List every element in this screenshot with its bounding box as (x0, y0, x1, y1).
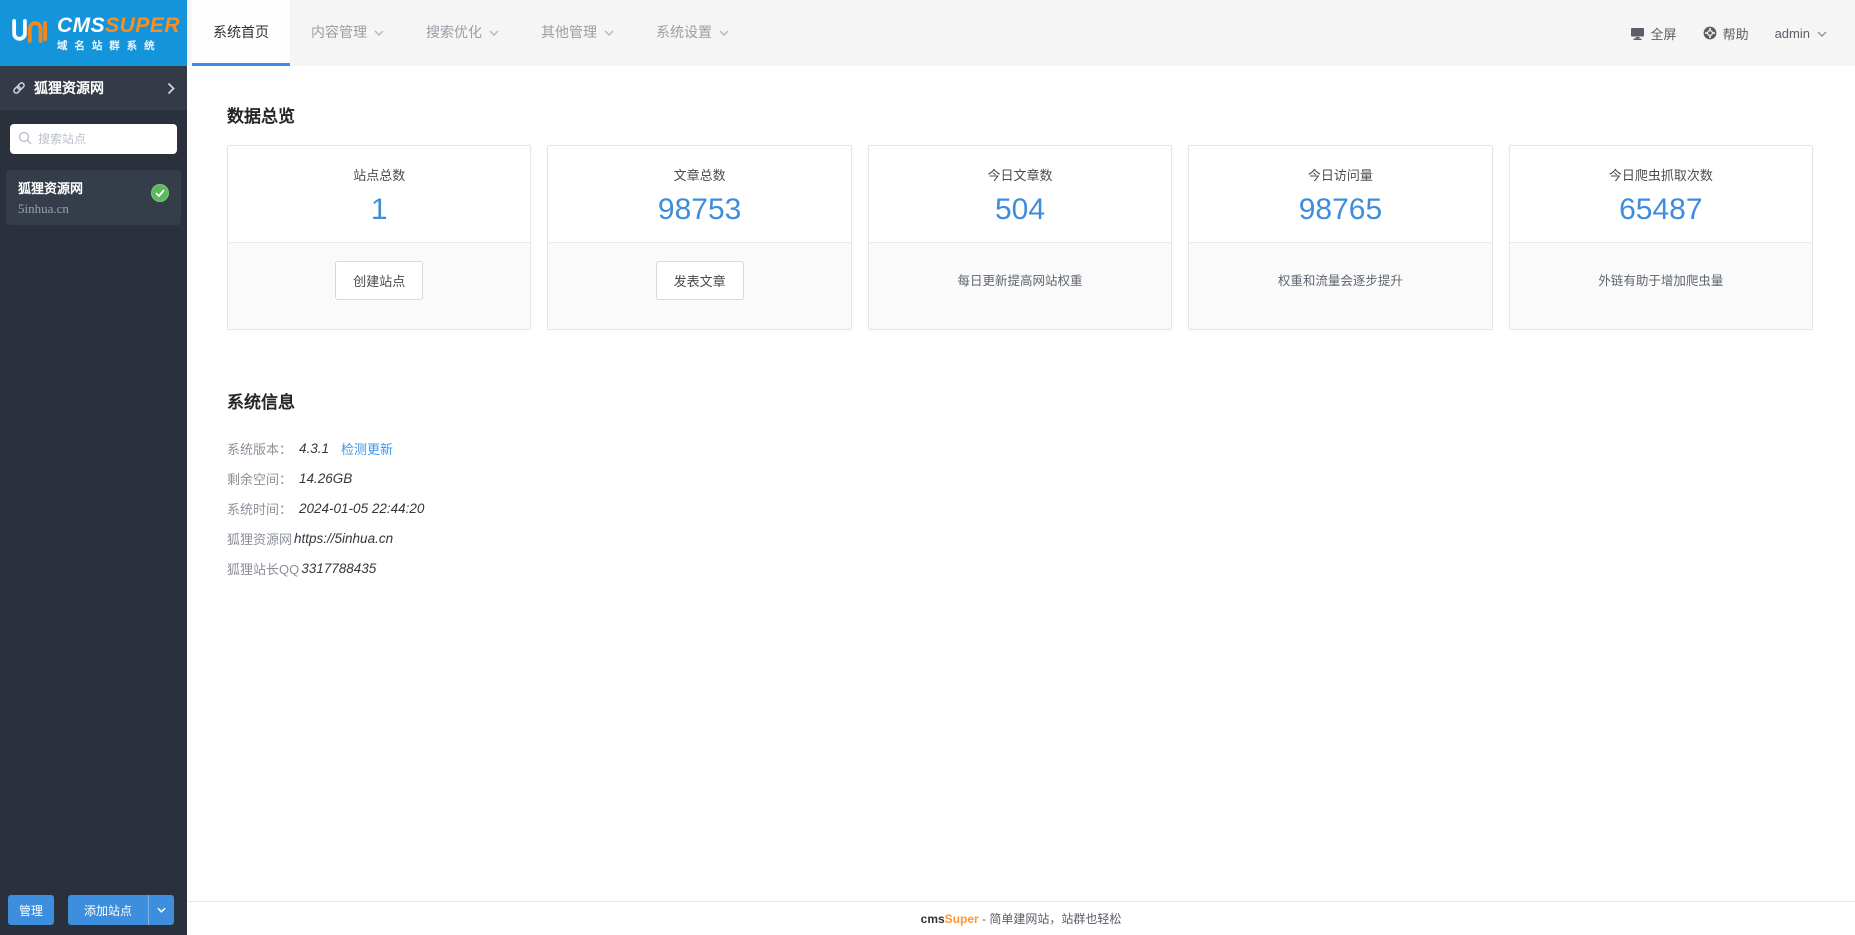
stat-label: 今日文章数 (987, 168, 1053, 183)
overview-title: 数据总览 (227, 107, 295, 126)
logo-subtitle: 域 名 站 群 系 统 (57, 39, 157, 52)
current-site-name: 狐狸资源网 (34, 80, 104, 96)
site-list-item[interactable]: 狐狸资源网 5inhua.cn (6, 170, 181, 225)
footer-brand-super: Super (944, 912, 979, 926)
info-row-disk-space: 剩余空间： 14.26GB (227, 470, 353, 487)
top-bar: CMSSUPER 域 名 站 群 系 统 系统首页 内容管理 搜索优化 其他管理… (0, 0, 1855, 66)
stat-value: 98753 (657, 193, 742, 226)
logo-text: CMSSUPER 域 名 站 群 系 统 (57, 13, 181, 52)
stat-card-today-articles: 今日文章数 504 每日更新提高网站权重 (867, 145, 1173, 330)
fullscreen-button[interactable]: 全屏 (1630, 24, 1677, 43)
stat-note: 权重和流量会逐步提升 (1277, 274, 1403, 288)
app-logo[interactable]: CMSSUPER 域 名 站 群 系 统 (0, 0, 187, 66)
stat-cards: 站点总数 1 创建站点 文章总数 98753 发表文章 今日文章数 504 每日… (227, 145, 1814, 330)
site-name: 狐狸资源网 (18, 181, 84, 196)
tab-other-management[interactable]: 其他管理 (520, 0, 635, 66)
info-row-site-url: 狐狸资源网 https://5inhua.cn (227, 530, 394, 547)
chevron-right-icon (167, 82, 175, 94)
stat-label: 站点总数 (353, 168, 406, 183)
info-row-system-time: 系统时间： 2024-01-05 22:44:20 (227, 500, 425, 517)
logo-icon (10, 14, 48, 53)
stat-label: 文章总数 (673, 168, 726, 183)
stat-value: 504 (994, 193, 1046, 226)
tab-content-management[interactable]: 内容管理 (290, 0, 405, 66)
stat-value: 65487 (1619, 193, 1703, 226)
manage-button[interactable]: 管理 (8, 895, 54, 925)
tab-search-optimization[interactable]: 搜索优化 (405, 0, 520, 66)
stat-card-sites: 站点总数 1 创建站点 (227, 145, 532, 330)
sidebar-footer: 管理 添加站点 (0, 895, 187, 925)
chevron-down-icon (489, 30, 499, 36)
info-row-webmaster-qq: 狐狸站长QQ 3317788435 (227, 560, 377, 577)
main-nav: 系统首页 内容管理 搜索优化 其他管理 系统设置 (192, 0, 750, 66)
help-icon (1703, 26, 1716, 40)
create-site-button[interactable]: 创建站点 (335, 261, 424, 300)
stat-card-today-visits: 今日访问量 98765 权重和流量会逐步提升 (1188, 145, 1493, 330)
add-site-button-group: 添加站点 (68, 895, 175, 925)
check-update-link[interactable]: 检测更新 (341, 439, 393, 458)
chevron-down-icon (604, 30, 614, 36)
footer-brand-cms: cms (920, 912, 945, 926)
footer-tagline: - 简单建网站，站群也轻松 (978, 912, 1122, 926)
tab-home[interactable]: 系统首页 (192, 0, 290, 66)
user-menu[interactable]: admin (1775, 26, 1827, 41)
site-search-input[interactable] (10, 124, 177, 154)
info-row-version: 系统版本： 4.3.1 检测更新 (227, 439, 394, 458)
stat-note: 每日更新提高网站权重 (957, 274, 1083, 288)
chevron-down-icon (157, 907, 166, 913)
add-site-dropdown-button[interactable] (148, 895, 174, 925)
site-domain: 5inhua.cn (18, 201, 69, 216)
sidebar: 狐狸资源网 狐狸资源网 5inhua.cn 管理 添加站点 (0, 66, 187, 935)
page-footer: cmsSuper - 简单建网站，站群也轻松 (187, 901, 1855, 935)
username: admin (1774, 25, 1810, 41)
site-search (10, 124, 177, 154)
top-actions: 全屏 帮助 admin (1604, 0, 1855, 66)
current-site-header[interactable]: 狐狸资源网 (0, 66, 187, 110)
system-info-list: 系统版本： 4.3.1 检测更新 剩余空间： 14.26GB 系统时间： 202… (227, 433, 1813, 583)
stat-label: 今日访问量 (1307, 168, 1373, 183)
stat-value: 1 (370, 193, 388, 226)
chevron-down-icon (719, 30, 729, 36)
help-button[interactable]: 帮助 (1703, 24, 1749, 43)
stat-label: 今日爬虫抓取次数 (1608, 168, 1713, 183)
add-site-button[interactable]: 添加站点 (68, 895, 148, 925)
link-icon (12, 81, 26, 95)
site-active-check-icon (151, 184, 169, 202)
system-info-title: 系统信息 (227, 393, 295, 412)
stat-card-crawler-hits: 今日爬虫抓取次数 65487 外链有助于增加爬虫量 (1508, 145, 1814, 330)
publish-article-button[interactable]: 发表文章 (655, 261, 744, 300)
stat-card-articles: 文章总数 98753 发表文章 (547, 145, 852, 330)
monitor-icon (1630, 27, 1644, 40)
stat-value: 98765 (1298, 193, 1383, 226)
chevron-down-icon (1817, 31, 1827, 37)
chevron-down-icon (374, 30, 384, 36)
search-icon (18, 131, 32, 150)
stat-note: 外链有助于增加爬虫量 (1598, 274, 1724, 288)
tab-system-settings[interactable]: 系统设置 (635, 0, 750, 66)
main-content: 数据总览 站点总数 1 创建站点 文章总数 98753 发表文章 今日文章数 5… (187, 66, 1855, 935)
